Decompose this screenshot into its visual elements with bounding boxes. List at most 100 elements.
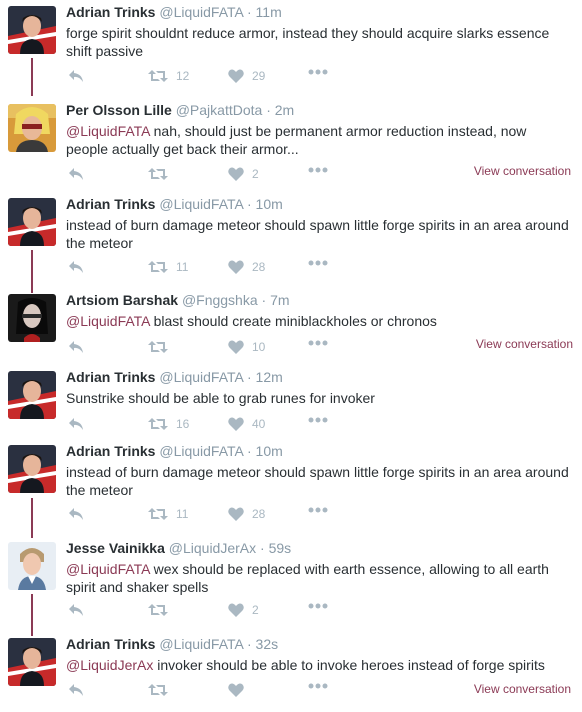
mention-link[interactable]: @LiquidFATA: [66, 561, 150, 577]
like-button[interactable]: 28: [228, 507, 265, 521]
reply-button[interactable]: [68, 507, 84, 521]
avatar-artsiom[interactable]: [8, 294, 56, 342]
retweet-button[interactable]: [148, 683, 176, 697]
author-handle[interactable]: @LiquidJerAx: [169, 540, 256, 556]
separator: ·: [261, 292, 267, 308]
reply-icon: [69, 70, 83, 82]
like-button[interactable]: [228, 683, 252, 697]
author-name[interactable]: Adrian Trinks: [66, 4, 155, 20]
more-icon: [308, 507, 328, 513]
like-button[interactable]: 2: [228, 167, 259, 181]
more-button[interactable]: [308, 167, 328, 173]
retweet-button[interactable]: [148, 340, 176, 354]
like-button[interactable]: 40: [228, 417, 265, 431]
retweet-icon: [148, 168, 168, 180]
reply-button[interactable]: [68, 417, 84, 431]
author-name[interactable]: Adrian Trinks: [66, 196, 155, 212]
retweet-icon: [148, 341, 168, 353]
reply-button[interactable]: [68, 340, 84, 354]
author-name[interactable]: Adrian Trinks: [66, 443, 155, 459]
more-button[interactable]: [308, 340, 328, 346]
view-conversation-link[interactable]: View conversation: [474, 164, 571, 178]
author-handle[interactable]: @LiquidFATA: [159, 196, 243, 212]
retweet-button[interactable]: 11: [148, 507, 188, 521]
timestamp[interactable]: 32s: [256, 636, 279, 652]
tweet[interactable]: Adrian Trinks @LiquidFATA · 10m instead …: [0, 441, 582, 531]
tweet[interactable]: Adrian Trinks @LiquidFATA · 32s @LiquidJ…: [0, 634, 582, 710]
timestamp[interactable]: 12m: [256, 369, 283, 385]
author-name[interactable]: Adrian Trinks: [66, 636, 155, 652]
tweet-body: instead of burn damage meteor should spa…: [66, 464, 569, 498]
tweet[interactable]: Artsiom Barshak @Fnggshka · 7m @LiquidFA…: [0, 290, 582, 360]
timestamp[interactable]: 59s: [269, 540, 292, 556]
more-icon: [308, 167, 328, 173]
author-handle[interactable]: @LiquidFATA: [159, 636, 243, 652]
tweet-header: Adrian Trinks @LiquidFATA · 10m: [66, 443, 283, 459]
retweet-button[interactable]: [148, 603, 176, 617]
like-button[interactable]: 29: [228, 69, 265, 83]
tweet[interactable]: Adrian Trinks @LiquidFATA · 10m instead …: [0, 194, 582, 284]
timestamp[interactable]: 11m: [256, 4, 282, 20]
retweet-button[interactable]: 16: [148, 417, 189, 431]
view-conversation-link[interactable]: View conversation: [474, 682, 571, 696]
retweet-button[interactable]: [148, 167, 176, 181]
author-handle[interactable]: @LiquidFATA: [159, 4, 243, 20]
author-handle[interactable]: @LiquidFATA: [159, 443, 243, 459]
retweet-icon: [148, 508, 168, 520]
tweet-header: Adrian Trinks @LiquidFATA · 10m: [66, 196, 283, 212]
tweet[interactable]: Per Olsson Lille @PajkattDota · 2m @Liqu…: [0, 100, 582, 190]
timestamp[interactable]: 10m: [256, 443, 283, 459]
author-name[interactable]: Jesse Vainikka: [66, 540, 165, 556]
more-button[interactable]: [308, 69, 328, 75]
tweet-header: Adrian Trinks @LiquidFATA · 32s: [66, 636, 278, 652]
reply-button[interactable]: [68, 683, 84, 697]
retweet-count: 11: [176, 260, 189, 274]
more-button[interactable]: [308, 507, 328, 513]
avatar-jesse[interactable]: [8, 542, 56, 590]
avatar-adrian[interactable]: [8, 371, 56, 419]
more-button[interactable]: [308, 683, 328, 689]
retweet-count: 12: [176, 69, 190, 83]
more-button[interactable]: [308, 260, 328, 266]
tweet[interactable]: Jesse Vainikka @LiquidJerAx · 59s @Liqui…: [0, 538, 582, 628]
author-name[interactable]: Per Olsson Lille: [66, 102, 172, 118]
avatar-per[interactable]: [8, 104, 56, 152]
like-button[interactable]: 28: [228, 260, 265, 274]
reply-button[interactable]: [68, 167, 84, 181]
like-count: 29: [252, 69, 266, 83]
like-button[interactable]: 2: [228, 603, 259, 617]
more-icon: [308, 683, 328, 689]
view-conversation-link[interactable]: View conversation: [476, 337, 573, 351]
more-button[interactable]: [308, 603, 328, 609]
timestamp[interactable]: 7m: [270, 292, 289, 308]
reply-button[interactable]: [68, 260, 84, 274]
tweet-text: instead of burn damage meteor should spa…: [66, 216, 571, 252]
author-handle[interactable]: @LiquidFATA: [159, 369, 243, 385]
mention-link[interactable]: @LiquidFATA: [66, 123, 150, 139]
tweet[interactable]: Adrian Trinks @LiquidFATA · 12m Sunstrik…: [0, 367, 582, 437]
more-button[interactable]: [308, 417, 328, 423]
tweet[interactable]: Adrian Trinks @LiquidFATA · 11m forge sp…: [0, 2, 582, 92]
reply-button[interactable]: [68, 603, 84, 617]
timestamp[interactable]: 10m: [256, 196, 283, 212]
separator: ·: [246, 4, 252, 20]
retweet-button[interactable]: 12: [148, 69, 189, 83]
tweet-text: instead of burn damage meteor should spa…: [66, 463, 571, 499]
tweet-header: Per Olsson Lille @PajkattDota · 2m: [66, 102, 294, 118]
author-handle[interactable]: @Fnggshka: [182, 292, 258, 308]
mention-link[interactable]: @LiquidJerAx: [66, 657, 153, 673]
author-name[interactable]: Adrian Trinks: [66, 369, 155, 385]
like-button[interactable]: 10: [228, 340, 265, 354]
avatar-adrian[interactable]: [8, 198, 56, 246]
avatar-adrian[interactable]: [8, 445, 56, 493]
avatar-adrian[interactable]: [8, 6, 56, 54]
separator: ·: [246, 196, 252, 212]
reply-button[interactable]: [68, 69, 84, 83]
tweet-body: blast should create miniblackholes or ch…: [149, 313, 437, 329]
author-handle[interactable]: @PajkattDota: [176, 102, 263, 118]
author-name[interactable]: Artsiom Barshak: [66, 292, 178, 308]
mention-link[interactable]: @LiquidFATA: [66, 313, 150, 329]
timestamp[interactable]: 2m: [275, 102, 294, 118]
retweet-button[interactable]: 11: [148, 260, 188, 274]
avatar-adrian[interactable]: [8, 638, 56, 686]
